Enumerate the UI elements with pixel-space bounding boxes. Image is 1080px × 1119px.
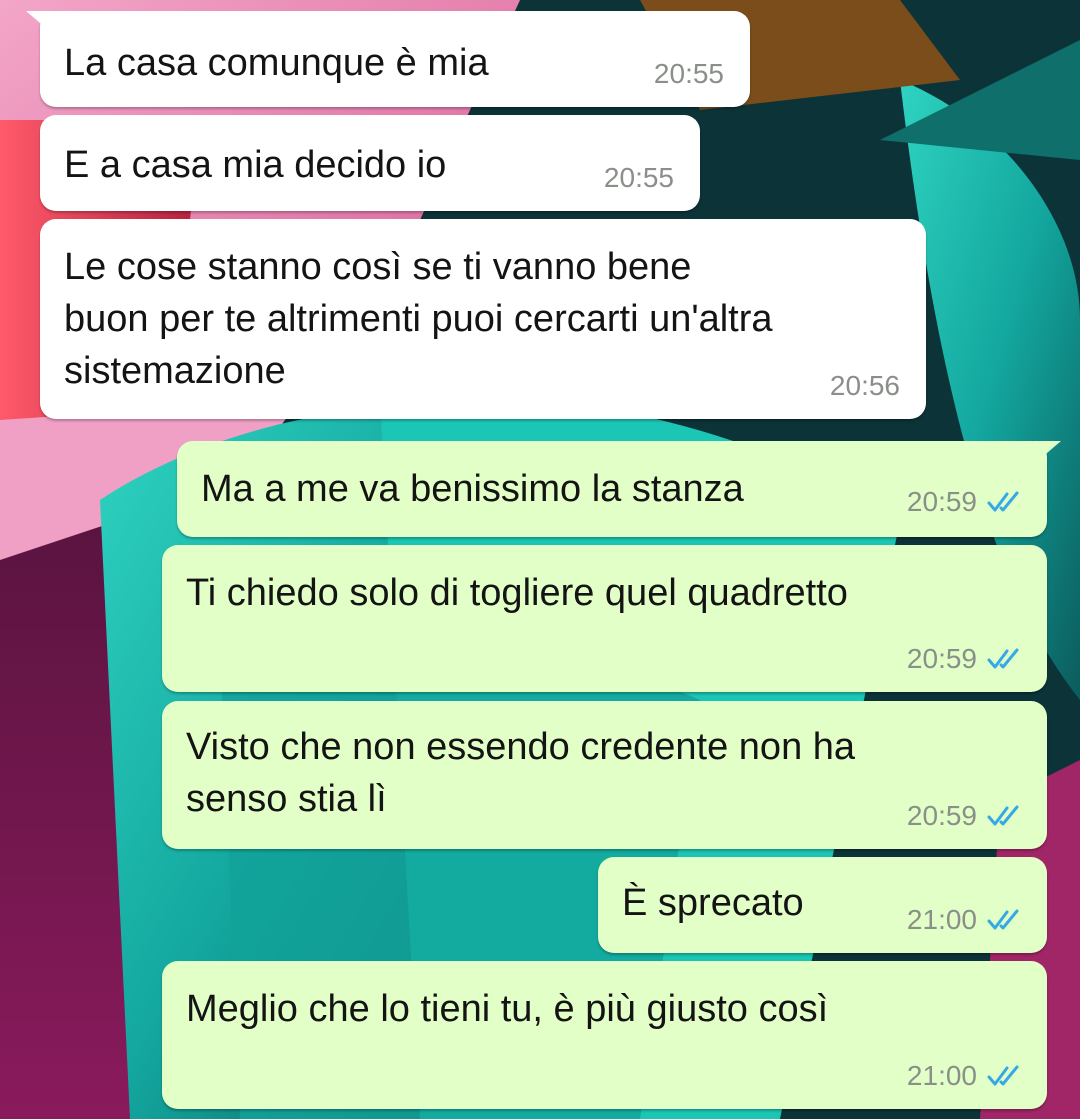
read-ticks-icon [987, 648, 1019, 669]
message-time: 20:59 [906, 643, 977, 674]
message-bubble-outgoing[interactable]: Ti chiedo solo di togliere quel quadrett… [162, 545, 1047, 692]
message-text: Le cose stanno così se ti vanno bene buo… [64, 246, 773, 392]
read-ticks-icon [987, 1065, 1019, 1086]
message-time: 20:59 [906, 800, 977, 831]
message-text: Visto che non essendo credente non ha se… [186, 726, 856, 820]
read-ticks-icon [987, 909, 1019, 930]
message-time: 20:59 [906, 486, 977, 517]
message-bubble-incoming[interactable]: E a casa mia decido io 20:55 [40, 115, 700, 211]
message-time: 21:00 [906, 1060, 977, 1091]
message-time: 20:55 [653, 58, 724, 89]
message-time: 21:00 [906, 904, 977, 935]
message-time: 20:55 [603, 162, 674, 193]
message-meta: 20:59 [907, 485, 1021, 519]
message-text: Ti chiedo solo di togliere quel quadrett… [186, 572, 848, 614]
message-text: Meglio che lo tieni tu, è più giusto cos… [186, 988, 829, 1030]
message-meta: 20:59 [907, 799, 1021, 833]
message-meta: 21:00 [907, 903, 1021, 937]
message-meta: 20:56 [830, 369, 900, 403]
message-bubble-outgoing[interactable]: È sprecato 21:00 [598, 857, 1047, 953]
message-meta: 20:55 [654, 57, 724, 91]
message-text: Ma a me va benissimo la stanza [201, 468, 744, 510]
message-text: E a casa mia decido io [64, 144, 447, 186]
message-bubble-incoming[interactable]: Le cose stanno così se ti vanno bene buo… [40, 219, 926, 419]
bubble-tail [26, 11, 54, 35]
message-meta: 20:55 [604, 161, 674, 195]
bubble-tail [1033, 441, 1061, 465]
read-ticks-icon [987, 805, 1019, 826]
message-bubble-outgoing[interactable]: Ma a me va benissimo la stanza 20:59 [177, 441, 1061, 537]
message-time: 20:56 [829, 370, 900, 401]
message-meta: 21:00 [907, 1059, 1021, 1093]
message-bubble-outgoing[interactable]: Meglio che lo tieni tu, è più giusto cos… [162, 961, 1047, 1109]
message-bubble-incoming[interactable]: La casa comunque è mia 20:55 [26, 11, 750, 107]
message-meta: 20:59 [907, 642, 1021, 676]
message-text: La casa comunque è mia [64, 42, 489, 84]
message-bubble-outgoing[interactable]: Visto che non essendo credente non ha se… [162, 701, 1047, 849]
read-ticks-icon [987, 491, 1019, 512]
